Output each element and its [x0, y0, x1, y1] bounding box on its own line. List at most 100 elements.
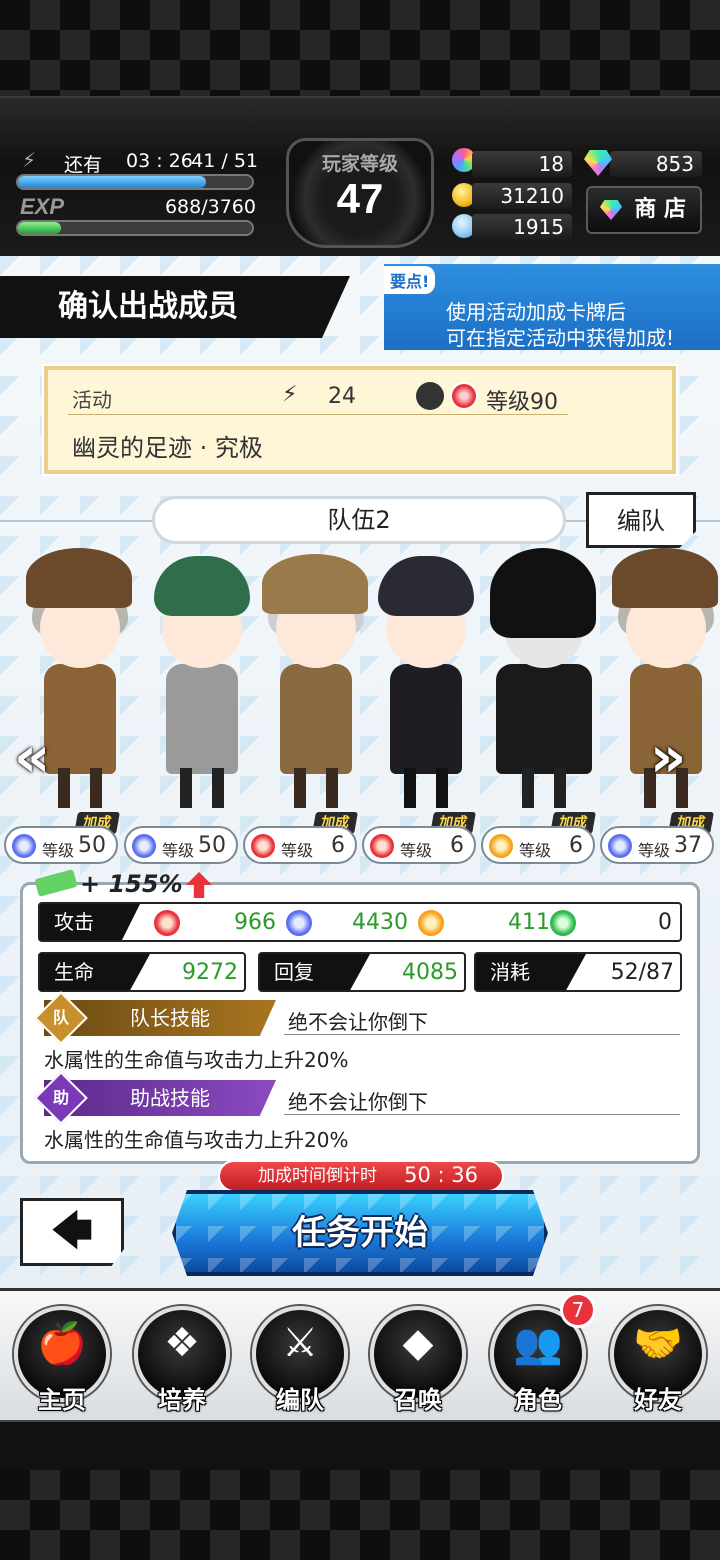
player-level-value: 47 — [336, 175, 384, 222]
water-element-icon — [10, 832, 38, 860]
light-element-icon — [487, 832, 515, 860]
stamina-count: 41 / 51 — [191, 150, 258, 172]
nav-friends[interactable]: 🤝 好友 — [602, 1298, 714, 1418]
notification-badge: 7 — [560, 1292, 596, 1328]
leader-skill-underline — [284, 1034, 680, 1035]
bonus-countdown: 加成时间倒计时 50 : 36 — [218, 1160, 504, 1192]
nav-label: 角色 — [514, 1386, 562, 1414]
character-body — [280, 664, 352, 774]
character-hat — [262, 554, 368, 614]
nav-summon[interactable]: ◆ 召唤 — [362, 1298, 474, 1418]
attack-label: 攻击 — [40, 904, 140, 940]
character-portrait[interactable] — [136, 548, 266, 810]
character-body — [390, 664, 462, 774]
character-hair — [154, 556, 250, 616]
handshake-icon: 🤝 — [633, 1321, 683, 1367]
character-portrait[interactable] — [478, 548, 608, 810]
support-skill-description: 水属性的生命值与攻击力上升20% — [44, 1128, 349, 1152]
exp-value: 688/3760 — [164, 196, 256, 218]
nav-label: 召唤 — [394, 1386, 442, 1414]
countdown-value: 50 : 36 — [404, 1163, 478, 1187]
level-value: 50 — [198, 833, 226, 858]
level-label: 等级 — [162, 841, 195, 860]
crossed-swords-icon: ⚔ — [282, 1320, 318, 1366]
character-legs — [294, 768, 338, 808]
cost-value: 52/87 — [610, 960, 674, 985]
character-hat — [26, 548, 132, 608]
attack-light-value: 411 — [508, 910, 550, 935]
back-arrow-icon: 🡄 — [51, 1208, 93, 1254]
nav-home[interactable]: 🍎 主页 — [6, 1298, 118, 1418]
leader-skill-description: 水属性的生命值与攻击力上升20% — [44, 1048, 349, 1072]
fire-element-icon — [450, 382, 478, 410]
stamina-timer-label: 还有 — [64, 154, 103, 176]
nav-team[interactable]: ⚔ 编队 — [244, 1298, 356, 1418]
level-label: 等级 — [281, 841, 314, 860]
water-element-icon — [606, 832, 634, 860]
bottom-pattern-band — [0, 1470, 720, 1560]
recover-value: 4085 — [402, 960, 458, 985]
page-title: 确认出战成员 — [0, 276, 350, 338]
stamina-timer: 03 : 26 — [126, 150, 193, 172]
stamina-bolt-icon: ⚡ — [282, 382, 298, 407]
shop-gem-icon — [600, 200, 622, 220]
next-team-arrow-icon[interactable]: » — [650, 728, 702, 788]
activity-divider — [68, 414, 568, 415]
diamond-icon: ◆ — [402, 1320, 434, 1366]
edit-team-button[interactable]: 编队 — [586, 492, 696, 548]
exp-bar — [16, 220, 254, 236]
nav-label: 编队 — [276, 1386, 324, 1414]
wind-element-icon — [548, 908, 578, 938]
support-skill-underline — [284, 1114, 680, 1115]
shop-button[interactable]: 商 店 — [586, 186, 702, 234]
level-label: 等级 — [42, 841, 75, 860]
team-characters — [0, 548, 720, 818]
member-level-badge: 等级 50 — [4, 826, 118, 864]
cost-label: 消耗 — [476, 954, 586, 990]
level-label: 等级 — [400, 841, 433, 860]
member-level-badge: 等级 6 — [362, 826, 476, 864]
player-level-emblem[interactable]: 玩家等级 47 — [286, 138, 434, 248]
nav-label: 培养 — [158, 1386, 206, 1414]
coin-count: 31210 — [472, 183, 572, 209]
member-level-badge: 等级 50 — [124, 826, 238, 864]
character-portrait[interactable] — [360, 548, 490, 810]
activity-stamina-cost: 24 — [328, 384, 356, 409]
prev-team-arrow-icon[interactable]: « — [14, 728, 66, 788]
leader-skill-name: 绝不会让你倒下 — [288, 1010, 428, 1034]
attack-fire-value: 966 — [234, 910, 276, 935]
nav-label: 好友 — [634, 1386, 682, 1414]
cost-stat: 消耗 52/87 — [474, 952, 682, 992]
character-legs — [404, 768, 448, 808]
tip-line-1: 使用活动加成卡牌后 — [446, 300, 626, 324]
hp-stat: 生命 9272 — [38, 952, 246, 992]
tip-box: 要点! 使用活动加成卡牌后 可在指定活动中获得加成! — [384, 264, 720, 350]
hp-label: 生命 — [40, 954, 150, 990]
water-element-icon — [284, 908, 314, 938]
nav-label: 主页 — [38, 1386, 86, 1414]
level-value: 50 — [78, 833, 106, 858]
apple-icon: 🍎 — [37, 1321, 87, 1367]
start-mission-button[interactable]: 任务开始 — [172, 1190, 548, 1276]
tip-badge: 要点! — [384, 266, 436, 294]
level-label: 等级 — [519, 841, 552, 860]
character-body — [166, 664, 238, 774]
player-level-label: 玩家等级 — [321, 153, 398, 175]
member-level-badge: 等级 6 — [481, 826, 595, 864]
shop-label: 商 店 — [634, 197, 686, 222]
leader-skill-badge: 队 — [52, 1008, 69, 1027]
nav-train[interactable]: ❖ 培养 — [126, 1298, 238, 1418]
activity-info-box: 活动 ⚡ 24 等级90 幽灵的足迹 · 究极 — [42, 364, 678, 476]
stamina-row: ⚡ 还有 03 : 26 41 / 51 — [22, 148, 258, 176]
gem-count: 853 — [610, 151, 702, 177]
countdown-label: 加成时间倒计时 — [258, 1166, 377, 1186]
level-value: 6 — [450, 833, 464, 858]
back-button[interactable]: 🡄 — [20, 1198, 124, 1266]
character-hair — [378, 556, 474, 616]
light-element-icon — [416, 908, 446, 938]
support-skill-name: 绝不会让你倒下 — [288, 1090, 428, 1114]
attack-water-value: 4430 — [352, 910, 408, 935]
support-skill-badge: 助 — [52, 1088, 69, 1107]
member-level-badge: 等级 6 — [243, 826, 357, 864]
fire-element-icon — [152, 908, 182, 938]
